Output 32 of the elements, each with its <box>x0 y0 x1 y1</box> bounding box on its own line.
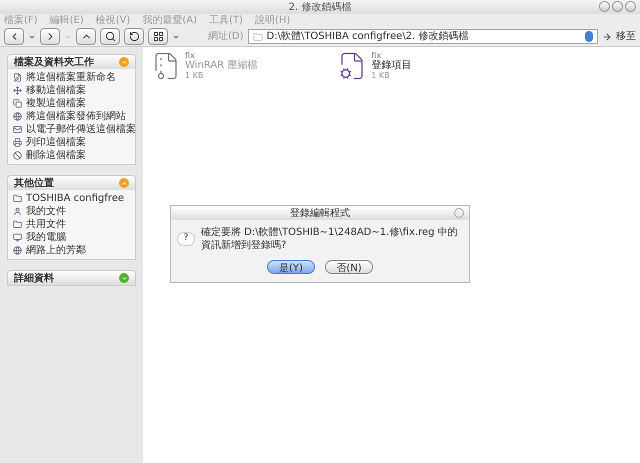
question-icon: ? <box>177 232 195 246</box>
dialog-button[interactable]: 否(N) <box>325 260 373 274</box>
file-item[interactable]: fix 登錄項目 1 KB <box>337 51 412 81</box>
task-link[interactable]: 以電子郵件傳送這個檔案 <box>26 124 136 134</box>
panel-header[interactable]: 詳細資料 <box>8 271 135 285</box>
go-button[interactable]: 移至 <box>602 29 636 44</box>
task-link[interactable]: TOSHIBA configfree <box>26 194 124 204</box>
panel-header[interactable]: 其他位置 <box>8 176 135 190</box>
task-link[interactable]: 列印這個檔案 <box>26 138 86 148</box>
file-size: 1 KB <box>185 71 204 81</box>
task-link[interactable]: 我的文件 <box>26 206 66 216</box>
task-link[interactable]: 共用文件 <box>26 220 66 230</box>
task-link[interactable]: 複製這個檔案 <box>26 98 86 108</box>
file-type: 登錄項目 <box>371 61 412 71</box>
address-label: 網址(D) <box>208 30 244 44</box>
file-name: fix <box>185 51 196 60</box>
task-link[interactable]: 將這個檔案重新命名 <box>26 72 116 82</box>
file-item[interactable]: fix WinRAR 壓縮檔 1 KB <box>151 51 258 81</box>
task-link[interactable]: 我的電腦 <box>26 232 66 242</box>
file-name: fix <box>371 51 382 60</box>
file-size: 1 KB <box>371 71 391 81</box>
address-field[interactable]: D:\軟體\TOSHIBA configfree\2. 修改鎖碼檔 <box>248 29 598 44</box>
task-link[interactable]: 將這個檔案發佈到網站 <box>26 112 126 122</box>
dialog-button[interactable]: 是(Y) <box>267 260 315 274</box>
dialog-message: 確定要將 D:\軟體\TOSHIB~1\248AD~1.修\fix.reg 中的資訊新增到登錄嗎? <box>201 226 459 252</box>
file-type: WinRAR 壓縮檔 <box>185 61 258 71</box>
task-link[interactable]: 刪除這個檔案 <box>26 150 86 160</box>
dialog-title: 登錄編輯程式 <box>290 206 350 220</box>
task-link[interactable]: 網路上的芳鄰 <box>26 246 86 256</box>
task-link[interactable]: 移動這個檔案 <box>26 86 86 96</box>
window-title: 2. 修改鎖碼檔 <box>288 0 352 14</box>
panel-header[interactable]: 檔案及資料夾工作 <box>8 55 135 69</box>
